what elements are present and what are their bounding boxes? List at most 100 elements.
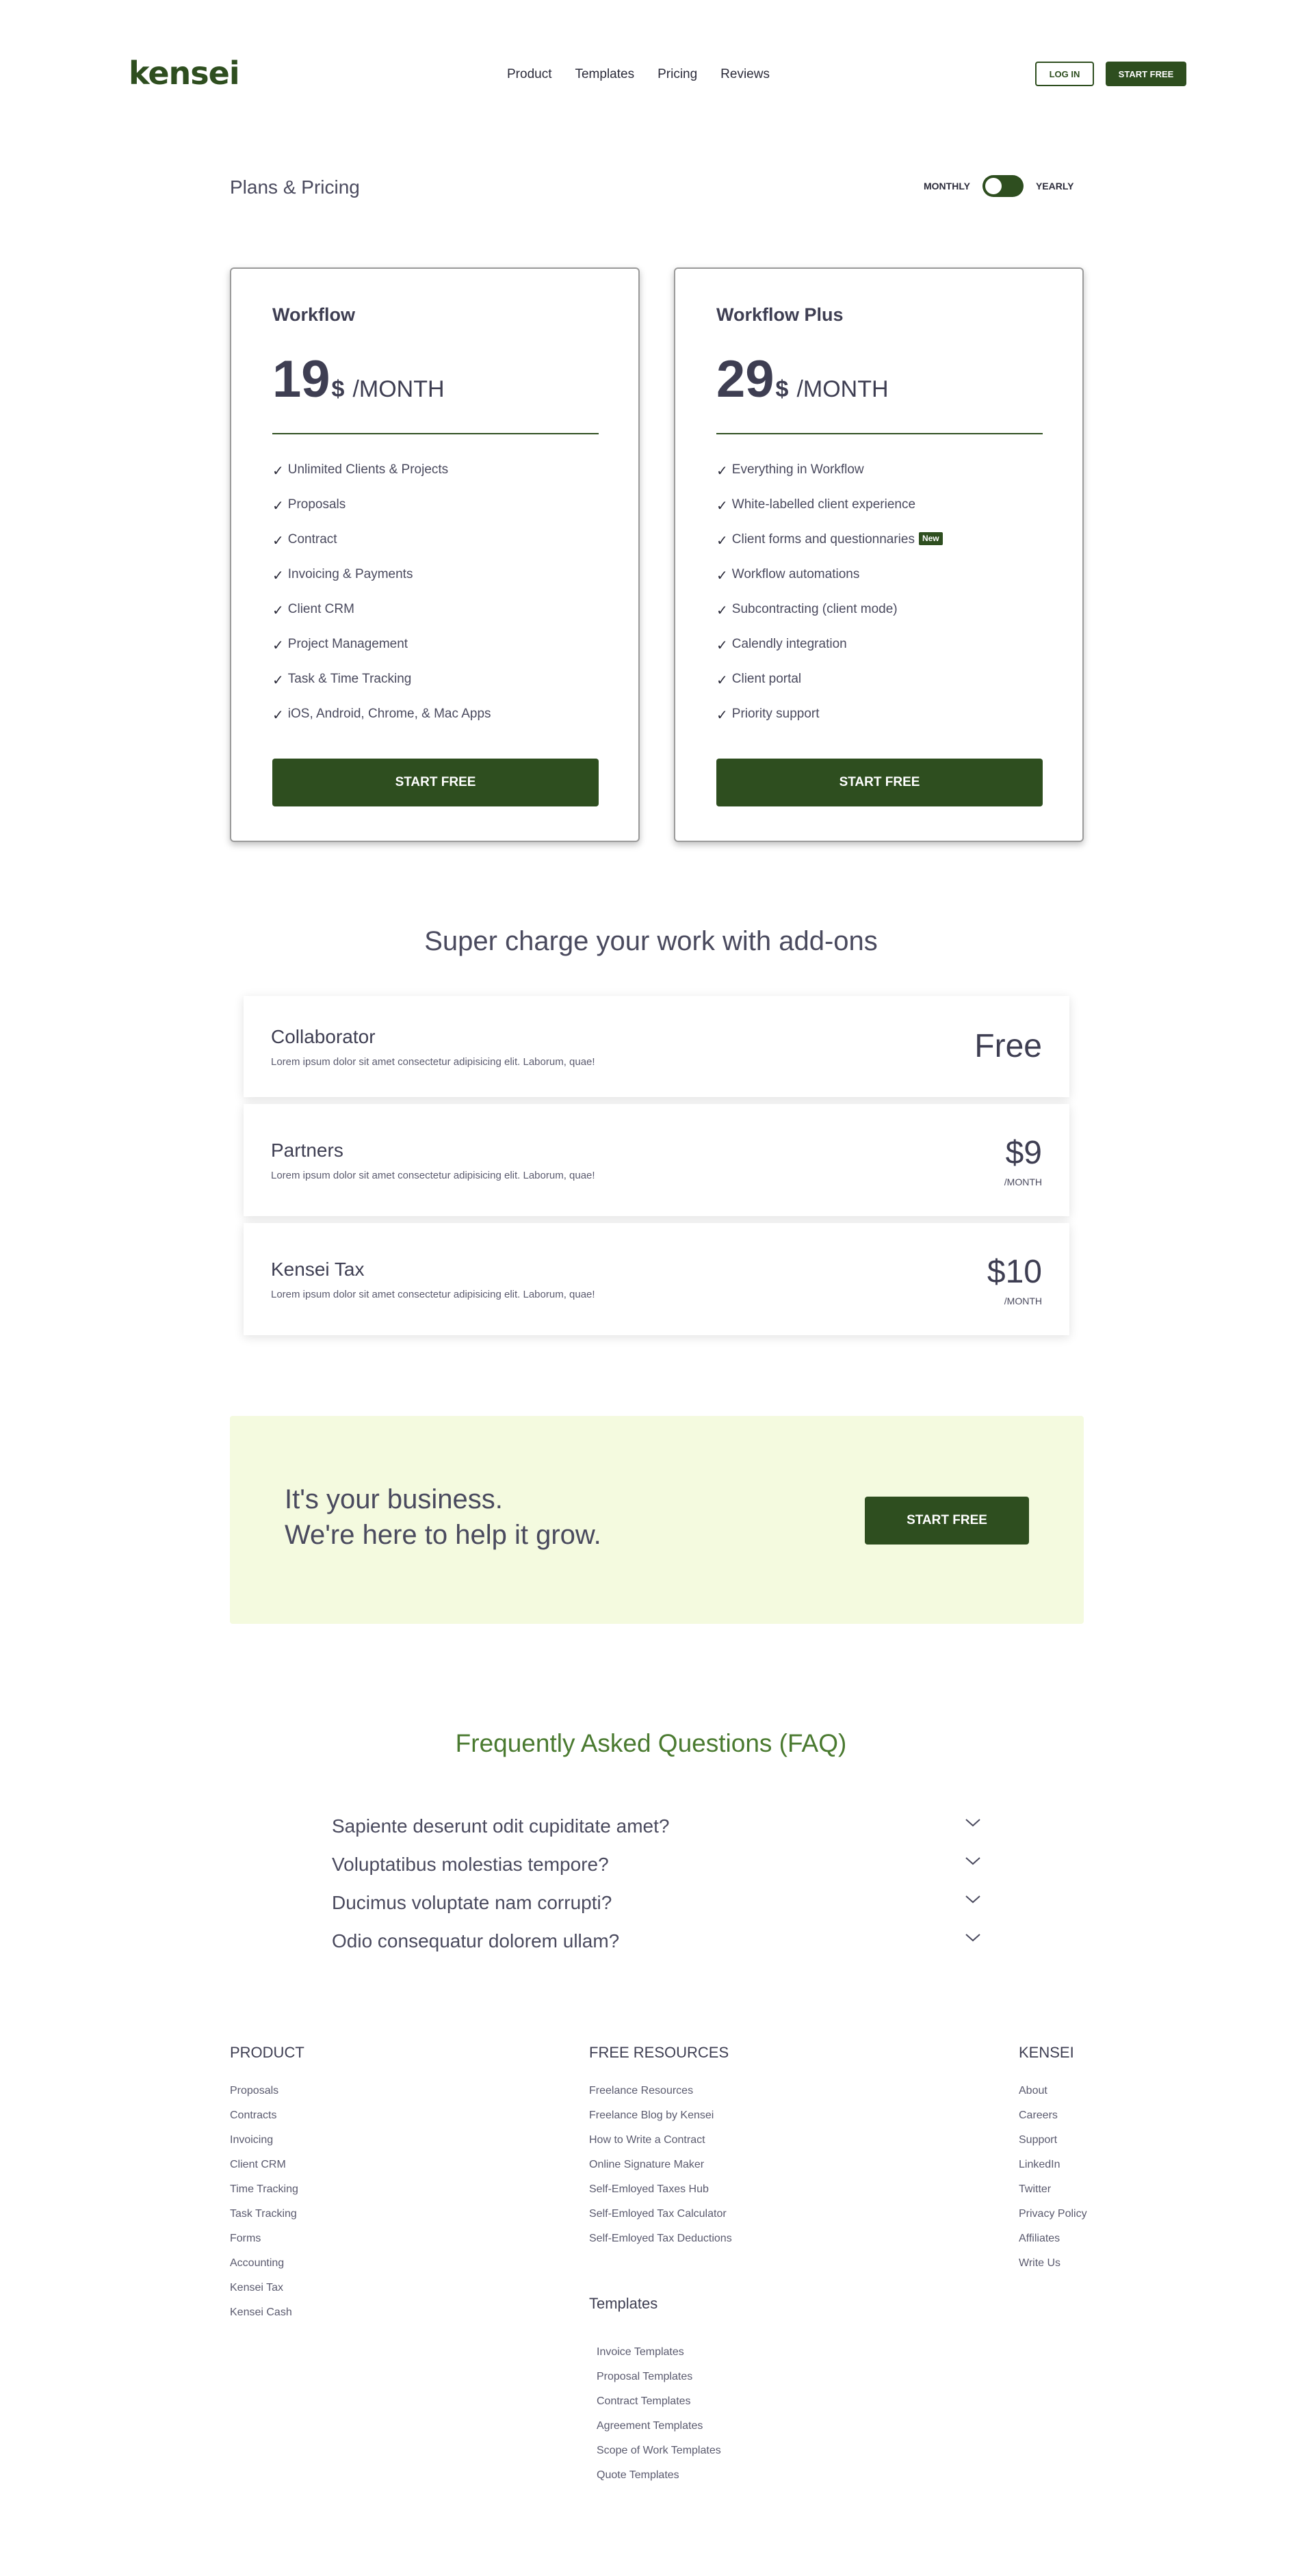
check-icon: ✓ [716, 568, 728, 583]
footer-link[interactable]: Proposals [230, 2085, 304, 2110]
feature-item: ✓ Calendly integration [716, 637, 943, 672]
feature-text: Client CRM [287, 602, 354, 616]
price-currency: $ [775, 376, 789, 402]
nav-product[interactable]: Product [507, 67, 551, 82]
footer-link[interactable]: Invoicing [230, 2134, 304, 2159]
feature-item: ✓ Client CRM [272, 602, 491, 637]
footer-link[interactable]: Careers [1019, 2110, 1087, 2134]
addon-card-kensei-tax: Kensei Tax Lorem ipsum dolor sit amet co… [244, 1223, 1069, 1335]
footer-link[interactable]: Self-Emloyed Tax Calculator [589, 2208, 732, 2233]
footer-link[interactable]: LinkedIn [1019, 2159, 1087, 2183]
chevron-down-icon[interactable] [964, 1892, 982, 1906]
footer-link[interactable]: Self-Emloyed Tax Deductions [589, 2233, 732, 2257]
feature-text: Invoicing & Payments [287, 567, 413, 581]
start-free-button-workflow-plus[interactable]: START FREE [716, 759, 1043, 806]
footer-link[interactable]: Privacy Policy [1019, 2208, 1087, 2233]
start-free-button-workflow[interactable]: START FREE [272, 759, 599, 806]
feature-item: ✓ Proposals [272, 497, 491, 532]
footer-link[interactable]: Proposal Templates [597, 2371, 721, 2395]
price-period: /MONTH [796, 376, 889, 402]
feature-item: ✓ Priority support [716, 707, 943, 741]
faq-item[interactable]: Ducimus voluptate nam corrupti? [332, 1892, 982, 1919]
price-currency: $ [331, 376, 345, 402]
footer-link[interactable]: Affiliates [1019, 2233, 1087, 2257]
addon-name: Partners [271, 1140, 343, 1161]
footer-link[interactable]: Scope of Work Templates [597, 2445, 721, 2469]
feature-item: ✓ Contract [272, 532, 491, 567]
chevron-down-icon[interactable] [964, 1815, 982, 1829]
addon-desc: Lorem ipsum dolor sit amet consectetur a… [271, 1170, 595, 1181]
footer-link[interactable]: Time Tracking [230, 2183, 304, 2208]
footer-link[interactable]: Kensei Tax [230, 2282, 304, 2306]
feature-text: Contract [287, 532, 337, 547]
footer-link[interactable]: Kensei Cash [230, 2306, 304, 2331]
footer-link[interactable]: Accounting [230, 2257, 304, 2282]
feature-item: ✓ Subcontracting (client mode) [716, 602, 943, 637]
footer-link[interactable]: Client CRM [230, 2159, 304, 2183]
footer-link[interactable]: Support [1019, 2134, 1087, 2159]
faq-question: Voluptatibus molestias tempore? [332, 1854, 609, 1875]
plan-card-workflow: Workflow 19 $ /MONTH ✓ Unlimited Clients … [230, 267, 640, 842]
nav-templates[interactable]: Templates [575, 67, 634, 82]
toggle-monthly-label: MONTHLY [924, 181, 970, 192]
feature-item: ✓ Task & Time Tracking [272, 672, 491, 707]
faq-question: Sapiente deserunt odit cupiditate amet? [332, 1815, 670, 1837]
login-button[interactable]: LOG IN [1035, 62, 1094, 86]
faq-item[interactable]: Voluptatibus molestias tempore? [332, 1854, 982, 1881]
footer-link[interactable]: Agreement Templates [597, 2420, 721, 2445]
cta-start-free-button[interactable]: START FREE [865, 1497, 1029, 1545]
feature-item: ✓ Workflow automations [716, 567, 943, 602]
plan-divider [716, 433, 1043, 434]
footer-link[interactable]: Online Signature Maker [589, 2159, 732, 2183]
nav-pricing[interactable]: Pricing [657, 67, 697, 82]
addon-price: $9 [1005, 1135, 1042, 1171]
faq-item[interactable]: Sapiente deserunt odit cupiditate amet? [332, 1815, 982, 1843]
check-icon: ✓ [272, 673, 284, 688]
footer-link[interactable]: Write Us [1019, 2257, 1087, 2282]
cta-headline-line1: It's your business. [285, 1484, 503, 1514]
check-icon: ✓ [716, 499, 728, 514]
footer-link[interactable]: About [1019, 2085, 1087, 2110]
faq-item[interactable]: Odio consequatur dolorem ullam? [332, 1930, 982, 1958]
footer-link[interactable]: Contract Templates [597, 2395, 721, 2420]
plans-title: Plans & Pricing [230, 176, 360, 198]
addon-period: /MONTH [1004, 1177, 1042, 1187]
footer-link[interactable]: Twitter [1019, 2183, 1087, 2208]
feature-text: Workflow automations [731, 567, 860, 581]
chevron-down-icon[interactable] [964, 1930, 982, 1944]
feature-item: ✓ Everything in Workflow [716, 462, 943, 497]
check-icon: ✓ [716, 534, 728, 549]
footer-link[interactable]: Invoice Templates [597, 2346, 721, 2371]
footer-link[interactable]: Freelance Blog by Kensei [589, 2110, 732, 2134]
footer-link[interactable]: How to Write a Contract [589, 2134, 732, 2159]
feature-item: ✓ Unlimited Clients & Projects [272, 462, 491, 497]
footer-col-product: PRODUCT Proposals Contracts Invoicing Cl… [230, 2044, 304, 2331]
nav-reviews[interactable]: Reviews [720, 67, 770, 82]
check-icon: ✓ [272, 568, 284, 583]
billing-toggle[interactable] [982, 175, 1024, 197]
logo[interactable]: kensei [129, 55, 240, 92]
footer-heading: KENSEI [1019, 2044, 1074, 2061]
toggle-knob [985, 178, 1002, 194]
footer-link[interactable]: Forms [230, 2233, 304, 2257]
toggle-yearly-label: YEARLY [1035, 181, 1074, 192]
feature-text: Task & Time Tracking [287, 672, 412, 686]
footer-link[interactable]: Quote Templates [597, 2469, 721, 2494]
footer-link-list: About Careers Support LinkedIn Twitter P… [1019, 2085, 1087, 2282]
addon-card-collaborator: Collaborator Lorem ipsum dolor sit amet … [244, 996, 1069, 1097]
chevron-down-icon[interactable] [964, 1854, 982, 1867]
footer-link[interactable]: Self-Emloyed Taxes Hub [589, 2183, 732, 2208]
footer-link[interactable]: Task Tracking [230, 2208, 304, 2233]
footer-link[interactable]: Freelance Resources [589, 2085, 732, 2110]
check-icon: ✓ [716, 603, 728, 618]
feature-text: Client forms and questionnaries [731, 532, 915, 547]
price-period: /MONTH [352, 376, 445, 402]
addon-desc: Lorem ipsum dolor sit amet consectetur a… [271, 1056, 595, 1068]
feature-item: ✓ iOS, Android, Chrome, & Mac Apps [272, 707, 491, 741]
footer-link-list: Freelance Resources Freelance Blog by Ke… [589, 2085, 732, 2257]
footer-heading-templates: Templates [589, 2295, 658, 2312]
check-icon: ✓ [272, 603, 284, 618]
footer-link[interactable]: Contracts [230, 2110, 304, 2134]
header-start-free-button[interactable]: START FREE [1106, 62, 1186, 86]
addon-desc: Lorem ipsum dolor sit amet consectetur a… [271, 1289, 595, 1300]
